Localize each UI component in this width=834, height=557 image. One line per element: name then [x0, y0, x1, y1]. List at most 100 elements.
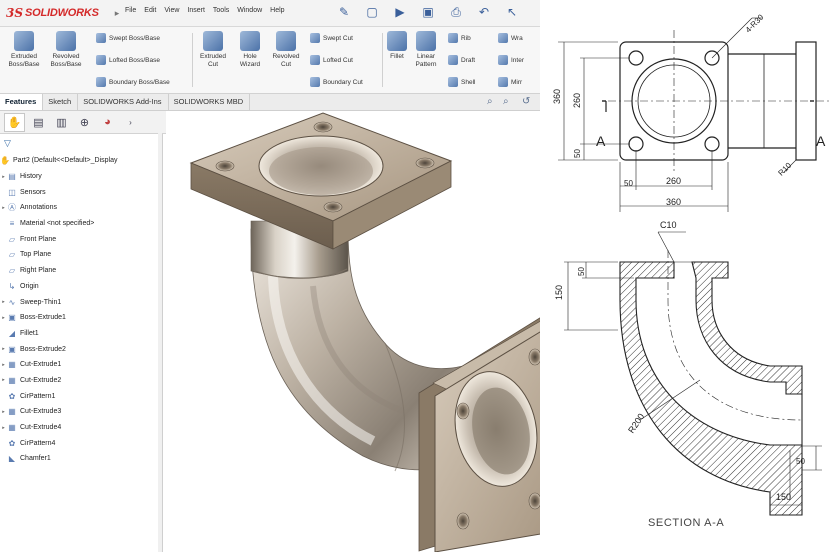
- mirror-button[interactable]: Mirr: [498, 77, 522, 87]
- extruded-boss-button[interactable]: Extruded Boss/Base: [4, 31, 44, 69]
- swept-boss-button[interactable]: Swept Boss/Base: [96, 33, 160, 43]
- hole-wizard-icon: [240, 31, 260, 51]
- folder-icon: ▤: [8, 172, 16, 182]
- tab-mbd[interactable]: SOLIDWORKS MBD: [169, 94, 251, 110]
- expand-arrow-icon[interactable]: ▸: [0, 362, 7, 368]
- fillet-icon: [387, 31, 407, 51]
- tree-item[interactable]: ▸ Ⓐ Annotations: [0, 200, 162, 216]
- expand-arrow-icon[interactable]: ▸: [0, 409, 7, 415]
- graphics-area[interactable]: [163, 111, 582, 553]
- lofted-boss-button[interactable]: Lofted Boss/Base: [96, 55, 160, 65]
- tab-features[interactable]: Features: [0, 94, 44, 110]
- tree-root-label: Part2 (Default<<Default>_Display: [13, 157, 118, 165]
- extruded-cut-button[interactable]: Extruded Cut: [193, 31, 233, 69]
- tree-root-part[interactable]: ✋ Part2 (Default<<Default>_Display: [0, 153, 162, 169]
- dimxpert-tab-icon[interactable]: ⊕: [75, 114, 94, 131]
- configuration-manager-tab-icon[interactable]: ▥: [52, 114, 71, 131]
- pin-icon[interactable]: ✎: [335, 3, 353, 21]
- tree-item[interactable]: ◣ Chamfer1: [0, 451, 162, 467]
- feature-tree-tab-icon[interactable]: ✋: [4, 112, 25, 132]
- menu-help[interactable]: Help: [270, 7, 284, 14]
- expand-arrow-icon[interactable]: ▸: [0, 174, 7, 180]
- boundary-cut-button[interactable]: Boundary Cut: [310, 77, 363, 87]
- rib-icon: [448, 33, 458, 43]
- save-icon[interactable]: ▣: [419, 3, 437, 21]
- menu-file[interactable]: File: [125, 7, 136, 14]
- tree-item[interactable]: ▸ ▦ Cut-Extrude1: [0, 357, 162, 373]
- undo-icon[interactable]: ↶: [475, 3, 493, 21]
- extruded-boss-label-1: Extruded: [10, 53, 38, 60]
- tree-item[interactable]: ▸ ▦ Cut-Extrude4: [0, 420, 162, 436]
- tree-item-label: Chamfer1: [20, 455, 51, 463]
- menu-edit[interactable]: Edit: [144, 7, 156, 14]
- tree-item-label: Top Plane: [20, 251, 52, 259]
- intersect-button[interactable]: Inter: [498, 55, 524, 65]
- revolved-cut-button[interactable]: Revolved Cut: [266, 31, 306, 69]
- expand-arrow-icon[interactable]: ▸: [0, 425, 7, 431]
- tree-item[interactable]: ▸ ▦ Cut-Extrude2: [0, 373, 162, 389]
- tree-item[interactable]: ▸ ▦ Cut-Extrude3: [0, 404, 162, 420]
- revolved-cut-icon: [276, 31, 296, 51]
- zoom-to-fit-icon[interactable]: ⌕: [487, 96, 493, 107]
- menu-insert[interactable]: Insert: [187, 7, 205, 14]
- expand-arrow-icon[interactable]: ▸: [0, 205, 7, 211]
- fillet-icon: ◢: [8, 328, 16, 338]
- boundary-boss-label: Boundary Boss/Base: [109, 78, 170, 86]
- revolved-boss-label-1: Revolved: [52, 53, 80, 60]
- open-icon[interactable]: ▶: [391, 3, 409, 21]
- tree-item[interactable]: ▱ Right Plane: [0, 263, 162, 279]
- expand-arrow-icon[interactable]: ▸: [0, 377, 7, 383]
- tree-item[interactable]: ▸ ▣ Boss-Extrude1: [0, 310, 162, 326]
- logo-caret-icon[interactable]: ▸: [115, 8, 120, 19]
- shell-button[interactable]: Shell: [448, 77, 475, 87]
- property-manager-tab-icon[interactable]: ▤: [29, 114, 48, 131]
- solidworks-logo[interactable]: 3S SOLIDWORKS ▸: [6, 5, 119, 21]
- tree-item[interactable]: ≡ Material <not specified>: [0, 216, 162, 232]
- extrude-icon: ▣: [8, 313, 16, 323]
- tree-item[interactable]: ▸ ▤ History: [0, 169, 162, 185]
- swept-cut-label: Swept Cut: [323, 34, 353, 42]
- tree-item-label: Material <not specified>: [20, 220, 95, 228]
- expand-arrow-icon[interactable]: ▸: [0, 299, 7, 305]
- expand-arrow-icon[interactable]: ▸: [0, 315, 7, 321]
- rib-button[interactable]: Rib: [448, 33, 471, 43]
- tree-item[interactable]: ◫ Sensors: [0, 184, 162, 200]
- zoom-area-icon[interactable]: ⌕: [503, 96, 509, 107]
- tree-item[interactable]: ✿ CirPattern4: [0, 435, 162, 451]
- menu-tools[interactable]: Tools: [213, 7, 229, 14]
- tree-item[interactable]: ▱ Front Plane: [0, 231, 162, 247]
- swept-cut-button[interactable]: Swept Cut: [310, 33, 353, 43]
- pattern-icon: ✿: [8, 391, 16, 401]
- tab-add-ins[interactable]: SOLIDWORKS Add-Ins: [78, 94, 169, 110]
- select-icon[interactable]: ↖: [503, 3, 521, 21]
- boundary-boss-button[interactable]: Boundary Boss/Base: [96, 77, 170, 87]
- tree-item[interactable]: ✿ CirPattern1: [0, 388, 162, 404]
- feature-tree-scrollbar[interactable]: [158, 133, 162, 552]
- lofted-cut-button[interactable]: Lofted Cut: [310, 55, 353, 65]
- tree-item[interactable]: ◢ Fillet1: [0, 326, 162, 342]
- previous-view-icon[interactable]: ↺: [522, 96, 530, 107]
- menu-window[interactable]: Window: [237, 7, 262, 14]
- dim-bottom-width: 150: [776, 492, 791, 502]
- draft-button[interactable]: Draft: [448, 55, 475, 65]
- display-manager-tab-icon[interactable]: ◕: [98, 114, 117, 131]
- logo-text: SOLIDWORKS: [25, 7, 99, 19]
- tab-sketch[interactable]: Sketch: [43, 94, 79, 110]
- linear-pattern-button[interactable]: Linear Pattern: [408, 31, 444, 69]
- tree-item[interactable]: ▸ ▣ Boss-Extrude2: [0, 341, 162, 357]
- revolved-boss-button[interactable]: Revolved Boss/Base: [46, 31, 86, 69]
- tree-item[interactable]: ↳ Origin: [0, 279, 162, 295]
- cut-icon: ▦: [8, 360, 16, 370]
- expand-tabs-icon[interactable]: ›: [121, 114, 140, 131]
- hole-wizard-button[interactable]: Hole Wizard: [230, 31, 270, 69]
- new-document-icon[interactable]: ▢: [363, 3, 381, 21]
- wrap-button[interactable]: Wra: [498, 33, 523, 43]
- dim-width-total: 360: [666, 197, 681, 207]
- menu-view[interactable]: View: [164, 7, 179, 14]
- cut-icon: ▦: [8, 375, 16, 385]
- print-icon[interactable]: ⎙: [447, 3, 465, 21]
- filter-icon[interactable]: ▽: [4, 138, 11, 149]
- tree-item[interactable]: ▸ ∿ Sweep-Thin1: [0, 294, 162, 310]
- tree-item[interactable]: ▱ Top Plane: [0, 247, 162, 263]
- expand-arrow-icon[interactable]: ▸: [0, 346, 7, 352]
